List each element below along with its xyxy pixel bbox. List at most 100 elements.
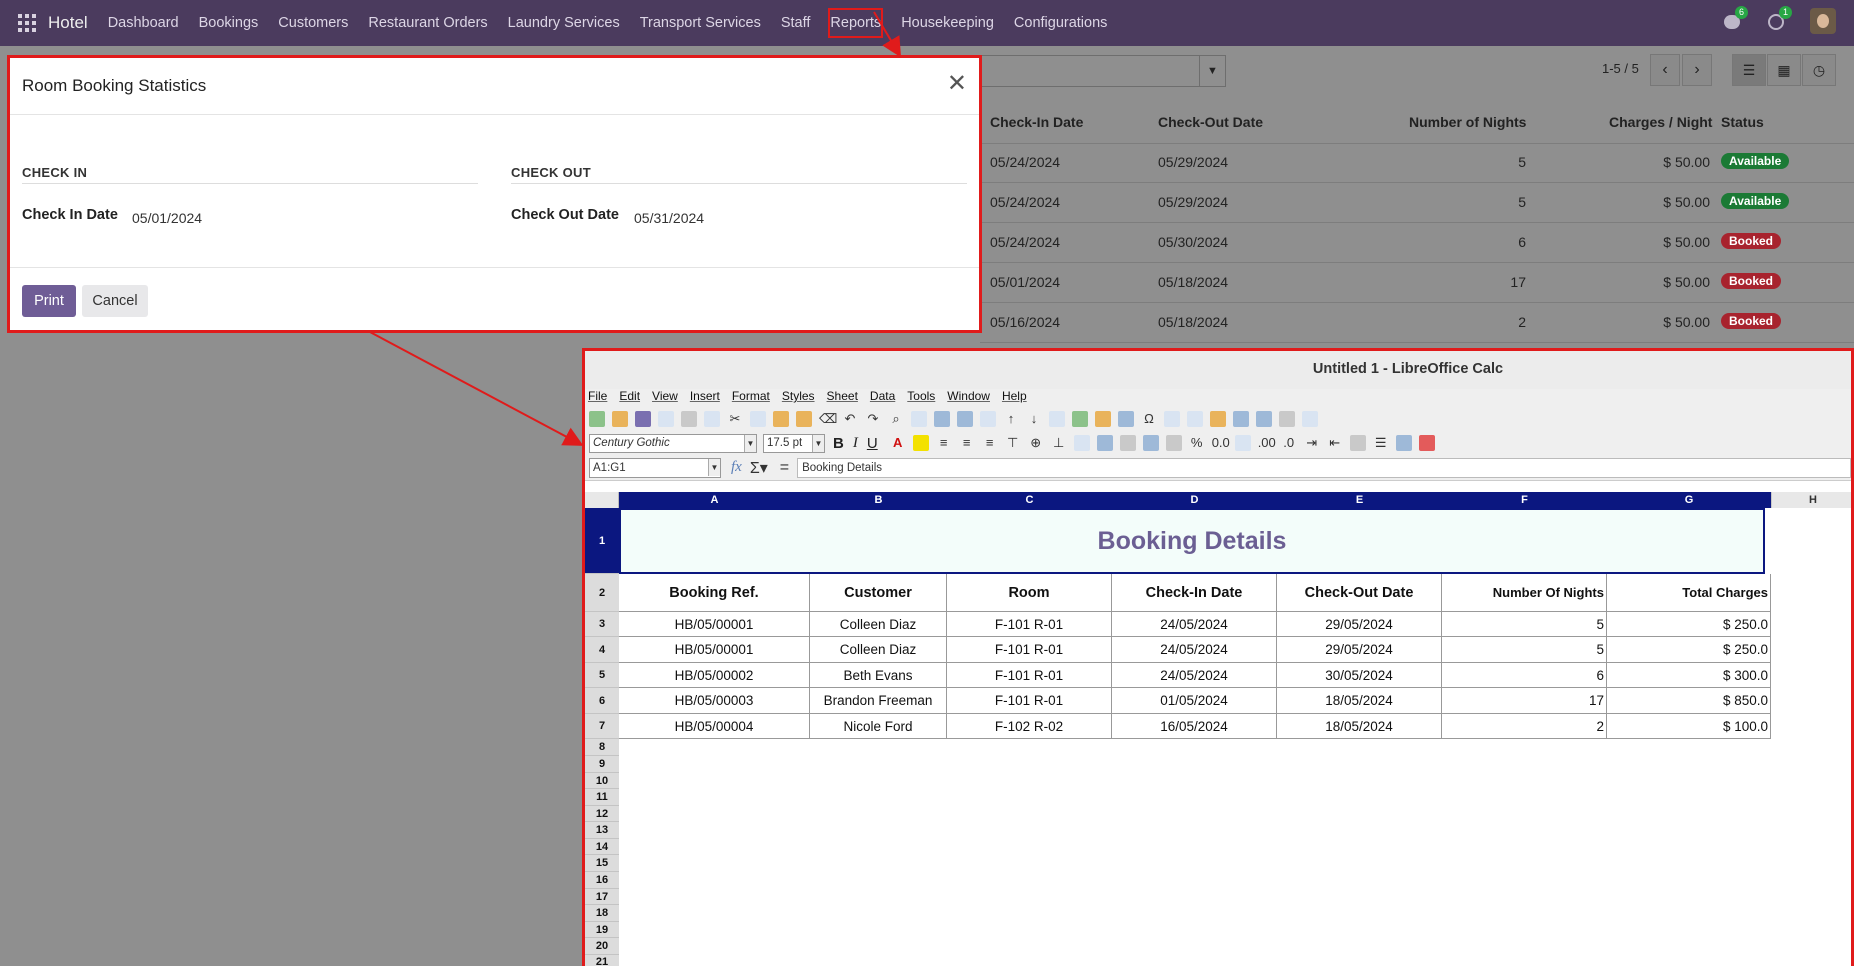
table-cell[interactable]: 30/05/2024 [1277, 663, 1442, 688]
decrease-indent-icon[interactable]: ⇤ [1327, 435, 1343, 451]
print-preview-icon[interactable] [704, 411, 720, 427]
table-cell[interactable]: $ 100.0 [1607, 714, 1771, 739]
font-name-dropdown-icon[interactable]: ▼ [744, 434, 756, 452]
table-cell[interactable]: Beth Evans [810, 663, 947, 688]
row-header[interactable]: 12 [585, 806, 619, 822]
menu-window[interactable]: Window [947, 389, 990, 407]
insert-chart-icon[interactable] [1095, 411, 1111, 427]
col-header-status[interactable]: Status [1721, 114, 1764, 130]
delete-decimal-icon[interactable]: .0 [1281, 435, 1297, 451]
pivot-table-icon[interactable] [1118, 411, 1134, 427]
close-icon[interactable]: ✕ [947, 72, 967, 96]
column-icon[interactable] [957, 411, 973, 427]
add-decimal-icon[interactable]: .00 [1258, 435, 1276, 451]
sum-icon[interactable]: Σ▾ [750, 458, 768, 478]
date-format-icon[interactable] [1234, 435, 1251, 451]
italic-icon[interactable]: I [853, 435, 858, 452]
menu-configurations[interactable]: Configurations [1004, 0, 1118, 46]
cancel-button[interactable]: Cancel [82, 285, 148, 317]
name-box[interactable]: A1:G1 ▼ [589, 457, 721, 478]
new-document-icon[interactable] [589, 411, 605, 427]
table-cell[interactable]: F-102 R-02 [947, 714, 1112, 739]
formula-input[interactable]: Booking Details [797, 457, 1851, 478]
highlight-color-icon[interactable] [912, 435, 929, 451]
border-color-icon[interactable] [1395, 435, 1412, 451]
search-input[interactable]: ▼ [980, 55, 1226, 87]
number-format-icon[interactable]: 0.0 [1212, 435, 1230, 451]
table-cell[interactable]: 29/05/2024 [1277, 637, 1442, 663]
menu-view[interactable]: View [652, 389, 678, 407]
hyperlink-icon[interactable] [1164, 411, 1180, 427]
bold-icon[interactable]: B [833, 435, 844, 452]
list-view-icon[interactable]: ☰ [1732, 54, 1766, 86]
column-header-h[interactable]: H [1771, 492, 1851, 508]
align-right-icon[interactable]: ≡ [982, 435, 998, 451]
row-header[interactable]: 14 [585, 839, 619, 855]
split-window-icon[interactable] [1279, 411, 1295, 427]
save-icon[interactable] [635, 411, 651, 427]
center-vertically-icon[interactable]: ⊕ [1028, 435, 1044, 451]
unmerge-cells-icon[interactable] [1142, 435, 1159, 451]
row-header[interactable]: 17 [585, 889, 619, 905]
menu-transport-services[interactable]: Transport Services [630, 0, 771, 46]
table-cell[interactable]: 18/05/2024 [1277, 714, 1442, 739]
pager-previous-button[interactable]: ‹ [1650, 54, 1680, 86]
row-header[interactable]: 4 [585, 637, 619, 663]
wrap-text-icon[interactable] [1073, 435, 1090, 451]
table-cell[interactable]: 01/05/2024 [1112, 688, 1277, 714]
header-cell-check-in-date[interactable]: Check-In Date [1112, 574, 1277, 612]
table-cell[interactable]: F-101 R-01 [947, 663, 1112, 688]
row-header[interactable]: 18 [585, 905, 619, 922]
col-header-check-in[interactable]: Check-In Date [990, 114, 1083, 130]
menu-staff[interactable]: Staff [771, 0, 821, 46]
merge-center-icon[interactable] [1096, 435, 1113, 451]
table-cell[interactable]: F-101 R-01 [947, 612, 1112, 637]
col-header-check-out[interactable]: Check-Out Date [1158, 114, 1263, 130]
align-bottom-icon[interactable]: ⊥ [1051, 435, 1067, 451]
table-cell[interactable]: $ 250.0 [1607, 637, 1771, 663]
menu-insert[interactable]: Insert [690, 389, 720, 407]
table-cell[interactable]: Brandon Freeman [810, 688, 947, 714]
menu-format[interactable]: Format [732, 389, 770, 407]
user-avatar[interactable] [1810, 8, 1836, 34]
menu-dashboard[interactable]: Dashboard [98, 0, 189, 46]
show-draw-functions-icon[interactable] [1302, 411, 1318, 427]
table-cell[interactable]: 17 [1442, 688, 1607, 714]
conditional-format-icon[interactable] [1418, 435, 1435, 451]
row-header[interactable]: 15 [585, 855, 619, 872]
col-header-charges[interactable]: Charges / Night [1609, 114, 1712, 130]
column-header-c[interactable]: C [947, 492, 1112, 508]
align-left-icon[interactable]: ≡ [936, 435, 952, 451]
table-cell[interactable]: HB/05/00002 [619, 663, 810, 688]
check-in-date-field[interactable]: 05/01/2024 [132, 210, 202, 226]
table-cell[interactable]: 29/05/2024 [1277, 612, 1442, 637]
table-cell[interactable]: 16/05/2024 [1112, 714, 1277, 739]
row-header[interactable]: 13 [585, 822, 619, 839]
copy-icon[interactable] [750, 411, 766, 427]
table-cell[interactable]: Nicole Ford [810, 714, 947, 739]
menu-file[interactable]: File [588, 389, 607, 407]
row-header[interactable]: 19 [585, 922, 619, 938]
column-header-e[interactable]: E [1277, 492, 1442, 508]
redo-icon[interactable]: ↷ [865, 411, 881, 427]
table-cell[interactable]: Colleen Diaz [810, 612, 947, 637]
align-center-icon[interactable]: ≡ [959, 435, 975, 451]
table-cell[interactable]: Colleen Diaz [810, 637, 947, 663]
table-cell[interactable]: HB/05/00001 [619, 612, 810, 637]
header-footer-icon[interactable] [1210, 411, 1226, 427]
col-header-nights[interactable]: Number of Nights [1409, 114, 1526, 130]
special-character-icon[interactable]: Ω [1141, 411, 1157, 427]
chat-icon[interactable]: 6 [1722, 6, 1749, 32]
table-cell[interactable]: HB/05/00004 [619, 714, 810, 739]
underline-icon[interactable]: U [867, 435, 878, 452]
sort-descending-icon[interactable]: ↓ [1026, 411, 1042, 427]
check-out-date-field[interactable]: 05/31/2024 [634, 210, 704, 226]
header-cell-booking-ref[interactable]: Booking Ref. [619, 574, 810, 612]
table-cell[interactable]: $ 850.0 [1607, 688, 1771, 714]
row-header[interactable]: 20 [585, 938, 619, 955]
table-cell[interactable]: 24/05/2024 [1112, 663, 1277, 688]
table-cell[interactable]: $ 300.0 [1607, 663, 1771, 688]
open-icon[interactable] [612, 411, 628, 427]
table-cell[interactable]: HB/05/00003 [619, 688, 810, 714]
table-cell[interactable]: 24/05/2024 [1112, 612, 1277, 637]
